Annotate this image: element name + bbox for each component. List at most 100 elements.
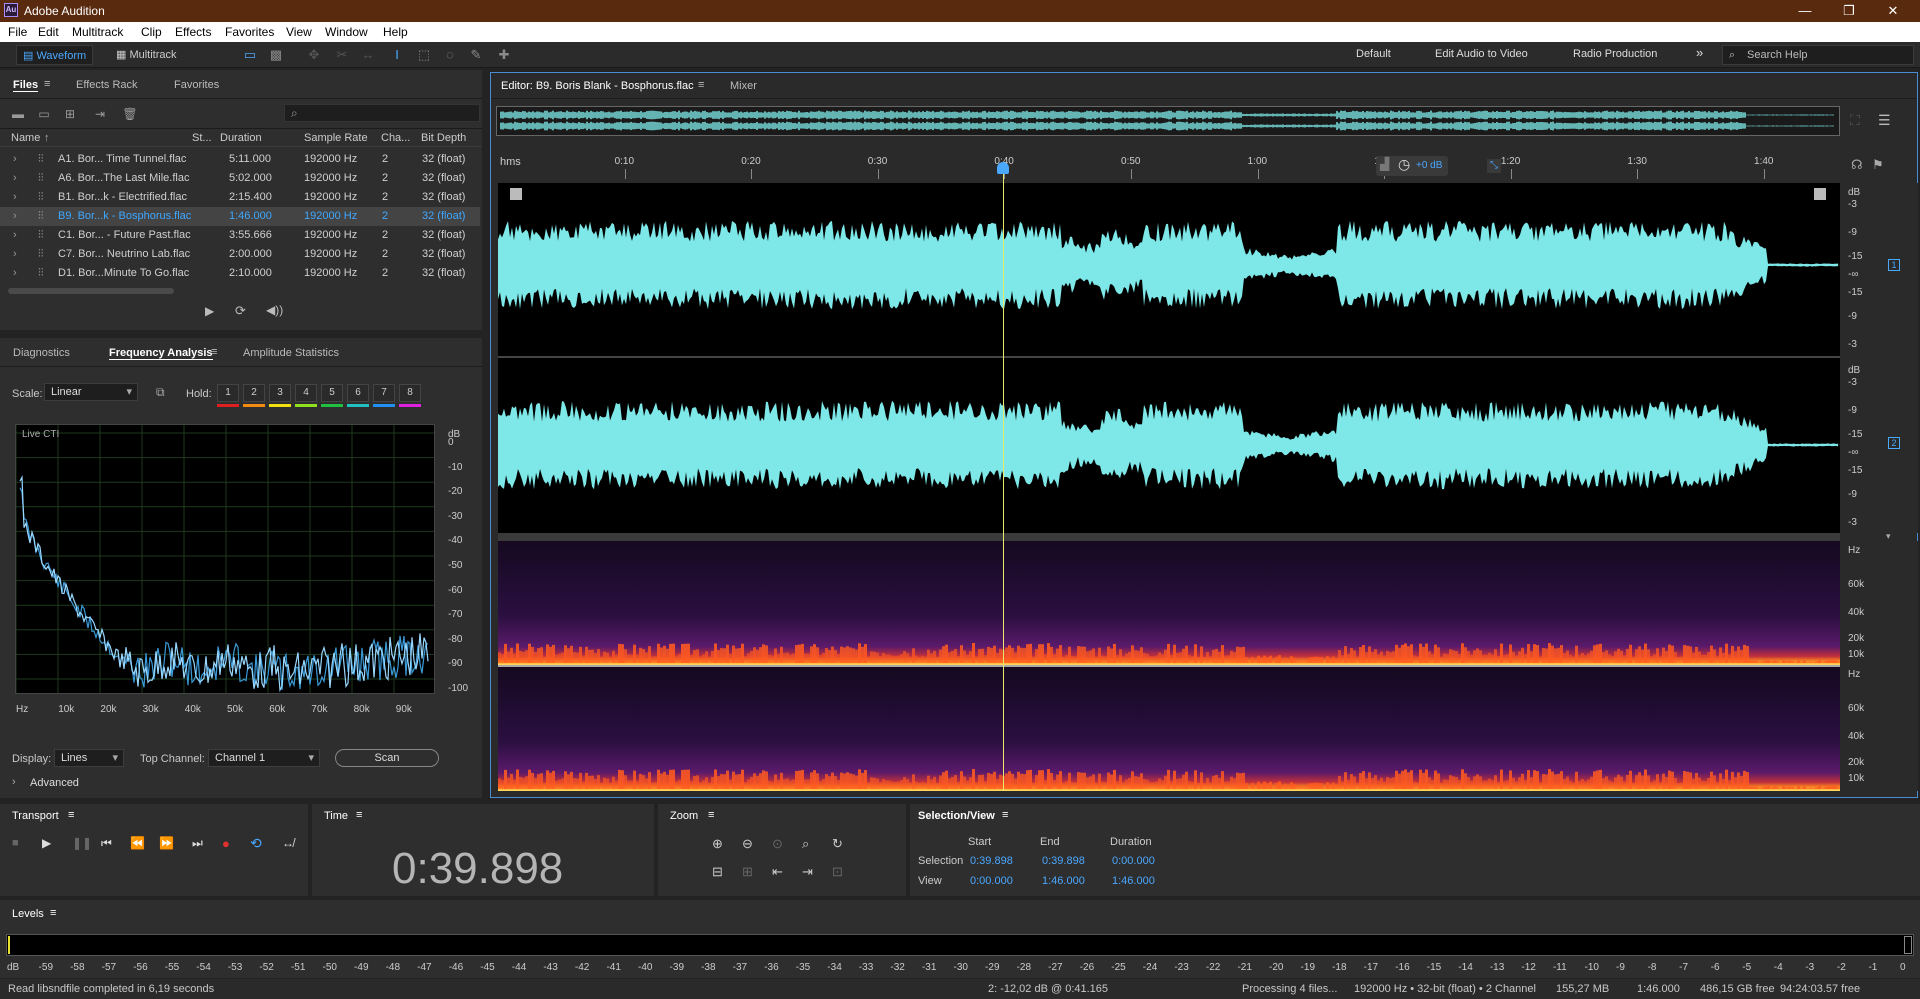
advanced-section[interactable]: Advanced	[30, 777, 79, 789]
loop-preview-icon[interactable]: ⟳	[235, 303, 246, 319]
column-sample-rate[interactable]: Sample Rate	[304, 132, 368, 144]
pause-icon[interactable]: ❚❚	[72, 836, 92, 850]
zoom-reset-icon[interactable]: ↻	[832, 836, 843, 852]
file-row[interactable]: › ⫶⫶ A1. Bor... Time Tunnel.flac 5:11.000 19…	[0, 150, 480, 169]
panel-menu-icon[interactable]: ≡	[708, 809, 714, 821]
fade-in-handle-icon[interactable]	[510, 188, 522, 200]
play-preview-icon[interactable]: ▶	[205, 304, 214, 318]
hold-button-3[interactable]: 3	[269, 384, 291, 402]
spectral-editor-icon[interactable]: ▩	[268, 47, 284, 63]
move-tool-icon[interactable]: ✥	[306, 47, 322, 63]
panel-menu-icon[interactable]: ≡	[44, 78, 50, 90]
menu-edit[interactable]: Edit	[38, 25, 59, 39]
file-row[interactable]: › ⫶⫶ C1. Bor... - Future Past.flac 3:55.666…	[0, 226, 480, 245]
hold-button-6[interactable]: 6	[347, 384, 369, 402]
panel-menu-icon[interactable]: ≡	[1002, 809, 1008, 821]
monitor-icon[interactable]: ☊	[1851, 157, 1863, 173]
time-ruler[interactable]: hms 0:100:200:300:400:501:001:101:201:30…	[498, 153, 1840, 179]
editor-options-icon[interactable]: ☰	[1878, 112, 1891, 129]
tab-mixer[interactable]: Mixer	[730, 80, 757, 92]
selection-end[interactable]: 0:39.898	[1042, 855, 1085, 867]
scale-dropdown[interactable]: Linear	[44, 383, 138, 401]
display-dropdown[interactable]: Lines	[54, 749, 124, 767]
open-file-icon[interactable]: ▬	[10, 106, 26, 122]
brush-tool-icon[interactable]: ✎	[468, 47, 484, 63]
workspace-edit-audio-to-video[interactable]: Edit Audio to Video	[1435, 48, 1528, 60]
clip-indicator[interactable]	[1904, 936, 1912, 954]
fast-forward-icon[interactable]: ⏩	[159, 836, 174, 850]
rewind-icon[interactable]: ⏪	[130, 836, 145, 850]
lasso-tool-icon[interactable]: ◌	[442, 47, 458, 63]
menu-window[interactable]: Window	[325, 25, 368, 39]
spectral-display[interactable]	[498, 541, 1840, 791]
channel-1-badge[interactable]: 1	[1888, 259, 1900, 271]
hold-button-8[interactable]: 8	[399, 384, 421, 402]
panel-menu-icon[interactable]: ≡	[356, 809, 362, 821]
fade-out-handle-icon[interactable]	[1814, 188, 1826, 200]
expand-chevron-icon[interactable]: ›	[13, 172, 17, 184]
zoom-in-amplitude-icon[interactable]: ⊕	[712, 836, 723, 852]
selection-duration[interactable]: 0:00.000	[1112, 855, 1155, 867]
selection-start[interactable]: 0:39.898	[970, 855, 1013, 867]
menu-file[interactable]: File	[8, 25, 27, 39]
expand-chevron-icon[interactable]: ›	[13, 267, 17, 279]
zoom-full-icon[interactable]: ⛶	[1850, 112, 1860, 129]
play-icon[interactable]: ▶	[42, 836, 51, 850]
hold-button-5[interactable]: 5	[321, 384, 343, 402]
scan-button[interactable]: Scan	[335, 749, 439, 767]
tab-amplitude-statistics[interactable]: Amplitude Statistics	[243, 347, 339, 359]
tab-frequency-analysis[interactable]: Frequency Analysis	[109, 347, 213, 360]
skip-selection-icon[interactable]: ↮	[282, 836, 294, 850]
marquee-tool-icon[interactable]: ⬚	[416, 47, 432, 63]
new-file-icon[interactable]: ⊞	[62, 106, 78, 122]
top-channel-dropdown[interactable]: Channel 1	[208, 749, 320, 767]
autoplay-icon[interactable]: ◀))	[266, 303, 283, 317]
tab-effects-rack[interactable]: Effects Rack	[76, 79, 138, 91]
file-row[interactable]: › ⫶⫶ B9. Bor...k - Bosphorus.flac 1:46.000 1…	[0, 207, 480, 226]
overview-navigator[interactable]	[496, 106, 1840, 136]
column-bit-depth[interactable]: Bit Depth	[421, 132, 466, 144]
menu-help[interactable]: Help	[383, 25, 408, 39]
view-start[interactable]: 0:00.000	[970, 875, 1013, 887]
search-help-input[interactable]: ⌕ Search Help	[1722, 45, 1914, 65]
zoom-extra-icon[interactable]: ⊡	[832, 864, 843, 880]
tab-favorites[interactable]: Favorites	[174, 79, 219, 91]
panel-menu-icon[interactable]: ≡	[68, 809, 74, 821]
import-file-icon[interactable]: ▭	[36, 106, 52, 122]
menu-multitrack[interactable]: Multitrack	[72, 25, 123, 39]
channel-2-badge[interactable]: 2	[1888, 437, 1900, 449]
waveform-view-button[interactable]: ▤ Waveform	[16, 45, 94, 65]
spectral-divider[interactable]	[498, 533, 1840, 541]
tab-editor[interactable]: Editor: B9. Boris Blank - Bosphorus.flac	[501, 80, 694, 92]
column-duration[interactable]: Duration	[220, 132, 262, 144]
menu-favorites[interactable]: Favorites	[225, 25, 274, 39]
expand-chevron-icon[interactable]: ›	[13, 248, 17, 260]
tab-files[interactable]: Files	[13, 79, 39, 92]
expand-chevron-icon[interactable]: ›	[13, 191, 17, 203]
volume-knob-icon[interactable]: ◷	[1398, 156, 1410, 173]
view-duration[interactable]: 1:46.000	[1112, 875, 1155, 887]
workspace-overflow-icon[interactable]: »	[1696, 45, 1703, 60]
hud-volume[interactable]: ▟ ◷ +0 dB	[1376, 156, 1448, 176]
workspace-default[interactable]: Default	[1356, 48, 1391, 60]
zoom-in-time-icon[interactable]: ⌕	[802, 836, 809, 852]
file-row[interactable]: › ⫶⫶ D1. Bor...Minute To Go.flac 2:10.000 19…	[0, 264, 480, 283]
file-row[interactable]: › ⫶⫶ C7. Bor... Neutrino Lab.flac 2:00.000 1…	[0, 245, 480, 264]
files-search-input[interactable]: ⌕	[284, 104, 480, 122]
menu-clip[interactable]: Clip	[141, 25, 162, 39]
zoom-out-full-icon[interactable]: ⊟	[712, 864, 723, 880]
delete-file-icon[interactable]: 🗑	[122, 106, 138, 122]
time-selection-tool-icon[interactable]: I	[389, 47, 405, 63]
razor-tool-icon[interactable]: ✂	[334, 47, 350, 63]
hold-button-4[interactable]: 4	[295, 384, 317, 402]
record-icon[interactable]: ●	[222, 836, 230, 851]
file-row[interactable]: › ⫶⫶ B1. Bor...k - Electrified.flac 2:15.40…	[0, 188, 480, 207]
workspace-radio-production[interactable]: Radio Production	[1573, 48, 1657, 60]
file-row[interactable]: › ⫶⫶ A6. Bor...The Last Mile.flac 5:02.000 1…	[0, 169, 480, 188]
zoom-to-selection-icon[interactable]: ⊞	[742, 864, 753, 880]
panel-menu-icon[interactable]: ≡	[211, 346, 217, 358]
expand-chevron-icon[interactable]: ›	[13, 210, 17, 222]
column-name[interactable]: Name	[11, 132, 40, 144]
waveform-display[interactable]	[498, 183, 1840, 533]
panel-menu-icon[interactable]: ≡	[50, 907, 56, 919]
